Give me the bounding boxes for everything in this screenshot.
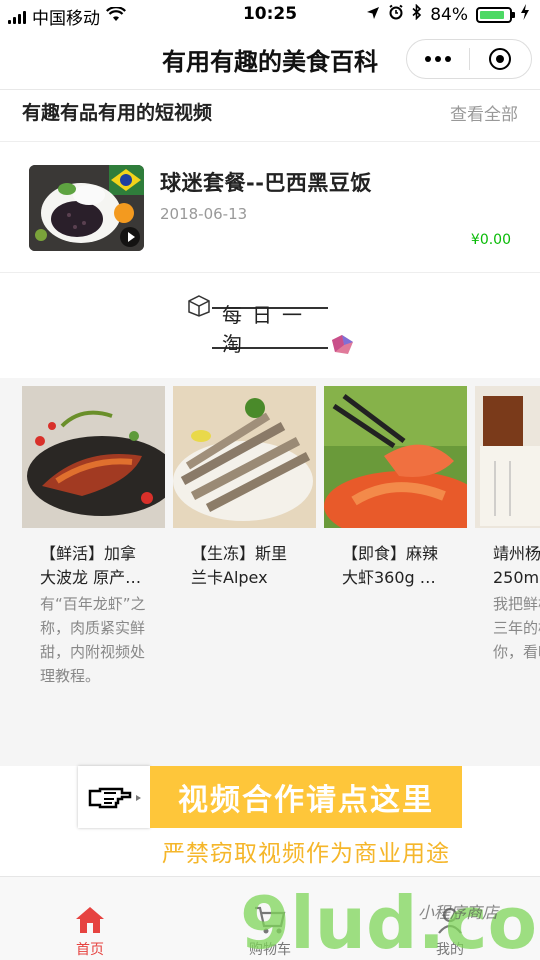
product-card[interactable]: 【生冻】斯里兰卡Alpex野… <box>173 386 316 592</box>
home-icon <box>74 903 106 937</box>
battery-fill <box>480 10 504 19</box>
product-carousel[interactable]: 【鲜活】加拿大波龙 原产… 有“百年龙虾”之称，肉质紧实鲜甜，内附视频处理教程。… <box>0 378 540 766</box>
product-card[interactable]: 靖州杨梅酒250ml… 我把鲜杨梅酿，三年的杨梅给你，看吧~ <box>475 386 540 664</box>
video-section-title: 有趣有品有用的短视频 <box>22 102 213 124</box>
view-all-link[interactable]: 查看全部 <box>450 100 518 125</box>
cooperation-cta[interactable]: 视频合作请点这里 <box>150 766 462 828</box>
nav-bar: 有用有趣的美食百科 <box>0 30 540 90</box>
copyright-warning: 严禁窃取视频作为商业用途 <box>162 841 450 867</box>
tab-label: 我的 <box>436 942 464 958</box>
video-date: 2018-06-13 <box>160 205 248 223</box>
product-image <box>173 386 316 528</box>
tab-label: 首页 <box>76 942 104 958</box>
play-icon[interactable] <box>120 227 140 247</box>
user-icon <box>435 903 465 937</box>
product-name: 【鲜活】加拿大波龙 原产… <box>40 544 142 587</box>
video-title: 球迷套餐--巴西黑豆饭 <box>160 171 372 195</box>
more-dots-icon[interactable] <box>407 56 469 62</box>
cube-deco-icon <box>186 294 212 322</box>
gem-deco-icon <box>328 334 356 360</box>
video-list-item[interactable]: 球迷套餐--巴西黑豆饭 2018-06-13 ¥0.00 <box>0 143 540 273</box>
product-image <box>324 386 467 528</box>
status-right: 84% <box>366 3 530 25</box>
product-card[interactable]: 【即食】麻辣大虾360g … <box>324 386 467 592</box>
product-name: 靖州杨梅酒250ml… <box>493 544 540 587</box>
bluetooth-icon <box>412 3 422 25</box>
battery-icon <box>476 6 515 23</box>
product-card[interactable]: 【鲜活】加拿大波龙 原产… 有“百年龙虾”之称，肉质紧实鲜甜，内附视频处理教程。 <box>22 386 165 688</box>
video-thumbnail[interactable] <box>29 165 144 251</box>
video-price: ¥0.00 <box>470 232 511 248</box>
charging-icon <box>520 4 530 25</box>
product-image <box>22 386 165 528</box>
daily-pick-title: 每日一淘 <box>212 303 328 356</box>
product-desc: 有“百年龙虾”之称，肉质紧实鲜甜，内附视频处理教程。 <box>40 595 146 685</box>
tab-cart[interactable]: 购物车 <box>180 877 360 960</box>
location-icon <box>366 5 380 25</box>
product-image <box>475 386 540 528</box>
product-name: 【即食】麻辣大虾360g … <box>342 544 439 587</box>
alarm-icon <box>388 4 404 25</box>
mini-program-capsule <box>406 39 532 79</box>
video-section-header: 有趣有品有用的短视频 查看全部 <box>0 92 540 142</box>
product-desc: 我把鲜杨梅酿，三年的杨梅给你，看吧~ <box>493 595 540 661</box>
product-name: 【生冻】斯里兰卡Alpex野… <box>191 544 288 587</box>
tab-bar: 首页 购物车 我的 <box>0 876 540 960</box>
cart-icon <box>253 903 287 937</box>
daily-pick-header: 每日一淘 <box>0 274 540 378</box>
battery-percent: 84% <box>430 4 468 25</box>
tab-home[interactable]: 首页 <box>0 877 180 960</box>
status-bar: 中国移动 10:25 84% <box>0 0 540 30</box>
tab-label: 购物车 <box>249 942 291 958</box>
tab-mine[interactable]: 我的 <box>360 877 540 960</box>
pointing-hand-icon <box>78 766 150 828</box>
cooperation-banner[interactable]: 视频合作请点这里 严禁窃取视频作为商业用途 <box>0 766 540 874</box>
target-close-icon[interactable] <box>470 48 532 70</box>
